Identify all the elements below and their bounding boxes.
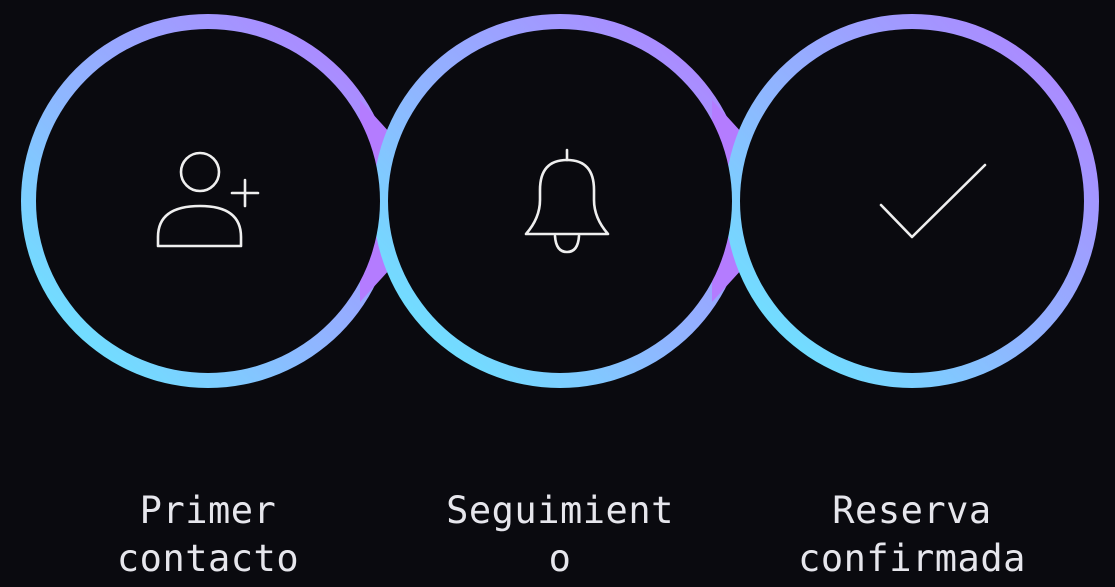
step-3-disc (740, 29, 1084, 373)
step-3-label: Reserva confirmada (797, 487, 1027, 583)
step-3-label-line-1: Reserva (832, 489, 992, 532)
step-1-disc (36, 29, 380, 373)
step-3-label-line-2: confirmada (798, 537, 1026, 580)
step-2-label-line-2: o (548, 537, 572, 580)
process-flow: Primer contacto Seguimient o Reserva con… (0, 0, 1115, 587)
step-1-label-line-1: Primer (139, 489, 277, 532)
step-2-label-line-1: Seguimient (446, 489, 674, 532)
step-1-label: Primer contacto (93, 487, 323, 583)
step-2-label: Seguimient o (445, 487, 675, 583)
step-2-disc (388, 29, 732, 373)
step-1-label-line-2: contacto (116, 537, 300, 580)
